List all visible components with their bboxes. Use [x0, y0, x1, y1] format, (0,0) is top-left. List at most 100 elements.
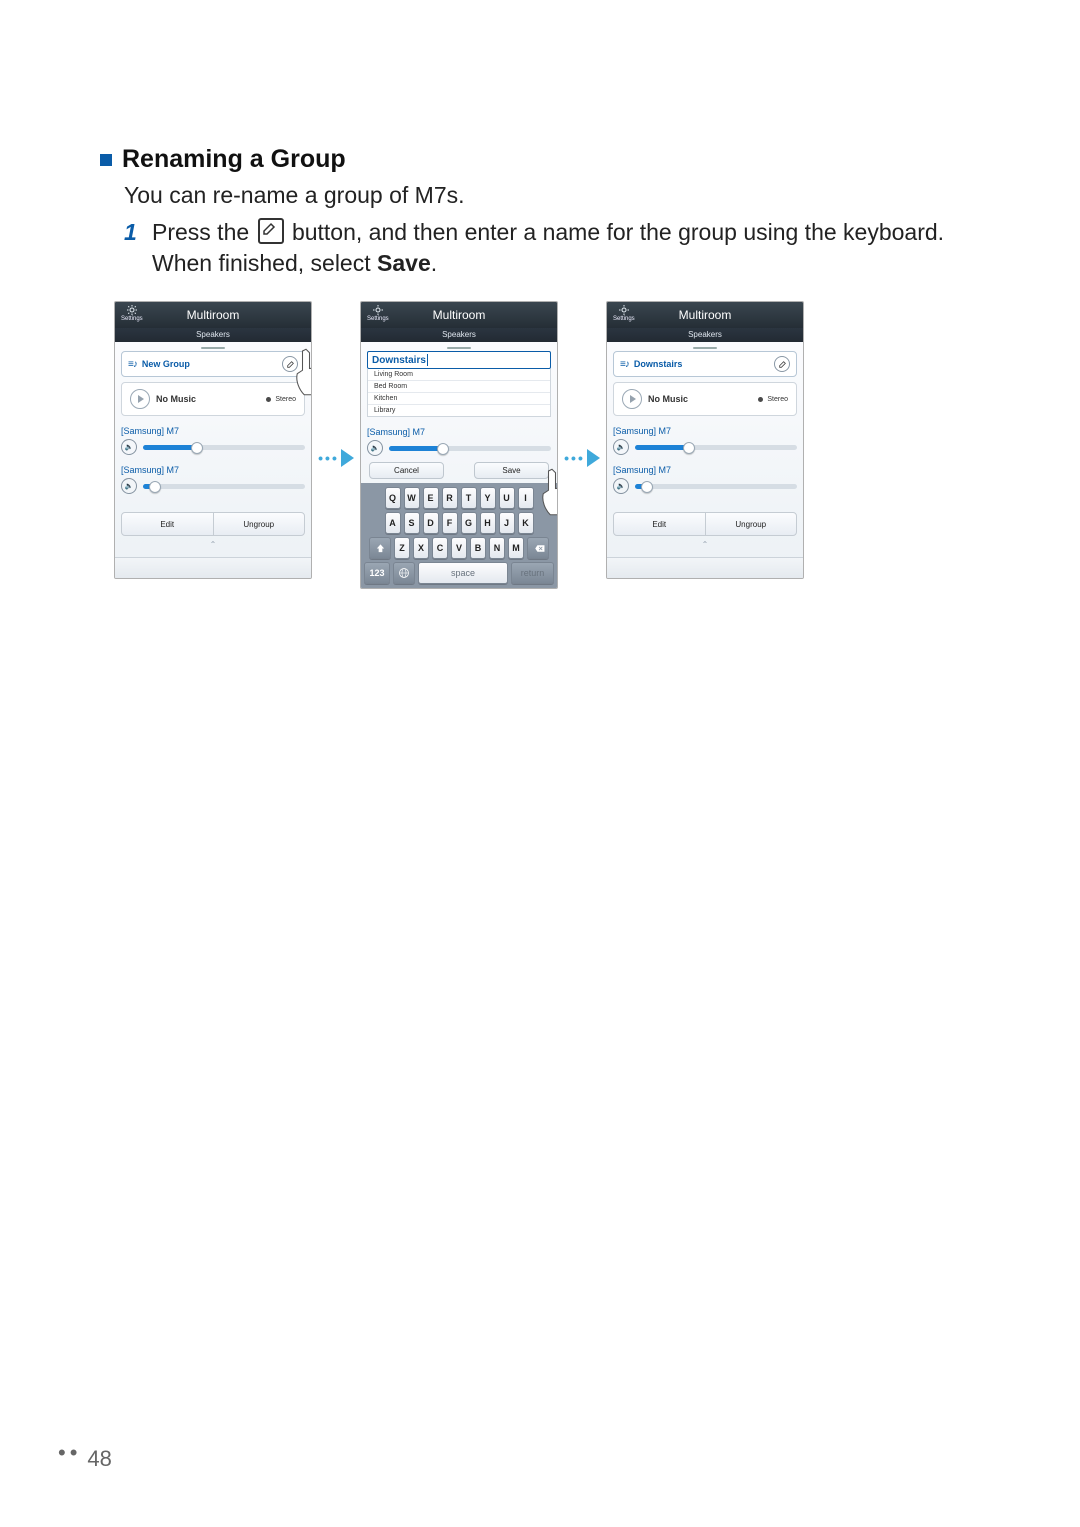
group-header-row[interactable]: ≡♪ New Group: [121, 351, 305, 377]
settings-label: Settings: [367, 316, 389, 322]
mute-icon[interactable]: 🔈: [367, 440, 383, 456]
rename-button[interactable]: [774, 356, 790, 372]
key-b[interactable]: B: [470, 537, 486, 559]
group-header-row[interactable]: ≡♪ Downstairs: [613, 351, 797, 377]
key-globe[interactable]: [393, 562, 415, 584]
now-playing[interactable]: No Music Stereo: [121, 382, 305, 416]
key-backspace[interactable]: [527, 537, 549, 559]
app-title: Multiroom: [433, 308, 486, 322]
mute-icon[interactable]: 🔈: [613, 439, 629, 455]
key-u[interactable]: U: [499, 487, 515, 509]
page-number: •• 48: [58, 1440, 112, 1472]
ungroup-button[interactable]: Ungroup: [214, 513, 305, 535]
key-s[interactable]: S: [404, 512, 420, 534]
key-z[interactable]: Z: [394, 537, 410, 559]
key-e[interactable]: E: [423, 487, 439, 509]
volume-slider[interactable]: [635, 484, 797, 489]
now-playing[interactable]: No Music Stereo: [613, 382, 797, 416]
suggestion-item[interactable]: Bed Room: [368, 380, 550, 392]
stereo-indicator: Stereo: [758, 396, 788, 403]
key-n[interactable]: N: [489, 537, 505, 559]
key-f[interactable]: F: [442, 512, 458, 534]
speaker-item: [Samsung] M7 🔈: [613, 465, 797, 494]
tab-speakers[interactable]: Speakers: [361, 328, 557, 342]
mute-icon[interactable]: 🔈: [121, 439, 137, 455]
key-a[interactable]: A: [385, 512, 401, 534]
settings-label: Settings: [121, 316, 143, 322]
play-icon[interactable]: [130, 389, 150, 409]
speaker-item: [Samsung] M7 🔈: [613, 426, 797, 455]
intro-text: You can re-name a group of M7s.: [124, 182, 980, 209]
edit-button[interactable]: Edit: [614, 513, 706, 535]
speaker-item: [Samsung] M7 🔈: [367, 427, 551, 456]
mute-icon[interactable]: 🔈: [121, 478, 137, 494]
suggestion-item[interactable]: Library: [368, 404, 550, 416]
suggestion-item[interactable]: Kitchen: [368, 392, 550, 404]
input-value: Downstairs: [372, 355, 426, 366]
key-x[interactable]: X: [413, 537, 429, 559]
app-header: Settings Multiroom: [361, 302, 557, 328]
key-c[interactable]: C: [432, 537, 448, 559]
volume-slider[interactable]: [143, 445, 305, 450]
group-name-input[interactable]: Downstairs: [367, 351, 551, 369]
page-number-value: 48: [87, 1446, 111, 1472]
key-w[interactable]: W: [404, 487, 420, 509]
footer-bar: [607, 557, 803, 578]
settings-button[interactable]: Settings: [121, 304, 143, 322]
screenshot-3: Settings Multiroom Speakers ≡♪ Downstair…: [606, 301, 804, 579]
handle-icon: [447, 347, 471, 349]
key-y[interactable]: Y: [480, 487, 496, 509]
screenshot-1: Settings Multiroom Speakers ≡♪ New Group: [114, 301, 312, 579]
tab-speakers[interactable]: Speakers: [607, 328, 803, 342]
volume-slider[interactable]: [635, 445, 797, 450]
group-actions: Edit Ungroup: [121, 512, 305, 536]
key-space[interactable]: space: [418, 562, 508, 584]
tab-speakers[interactable]: Speakers: [115, 328, 311, 342]
collapse-chevron-icon[interactable]: ⌃: [695, 540, 715, 549]
play-icon[interactable]: [622, 389, 642, 409]
key-r[interactable]: R: [442, 487, 458, 509]
footer-bar: [115, 557, 311, 578]
ungroup-button[interactable]: Ungroup: [706, 513, 797, 535]
key-123[interactable]: 123: [364, 562, 390, 584]
mute-icon[interactable]: 🔈: [613, 478, 629, 494]
key-m[interactable]: M: [508, 537, 524, 559]
key-v[interactable]: V: [451, 537, 467, 559]
key-h[interactable]: H: [480, 512, 496, 534]
key-return[interactable]: return: [511, 562, 554, 584]
app-title: Multiroom: [679, 308, 732, 322]
step-number: 1: [124, 217, 152, 279]
volume-slider[interactable]: [143, 484, 305, 489]
collapse-chevron-icon[interactable]: ⌃: [203, 540, 223, 549]
speaker-item: [Samsung] M7 🔈: [121, 465, 305, 494]
rename-button[interactable]: [282, 356, 298, 372]
keyboard: Q W E R T Y U I A S D F G H J K: [361, 483, 557, 588]
playlist-icon: ≡♪: [620, 359, 629, 370]
arrow-right-icon: •••: [318, 449, 354, 467]
handle-icon: [693, 347, 717, 349]
key-j[interactable]: J: [499, 512, 515, 534]
key-shift[interactable]: [369, 537, 391, 559]
playlist-icon: ≡♪: [128, 359, 137, 370]
settings-button[interactable]: Settings: [367, 304, 389, 322]
group-name: New Group: [142, 359, 190, 369]
key-t[interactable]: T: [461, 487, 477, 509]
key-k[interactable]: K: [518, 512, 534, 534]
key-g[interactable]: G: [461, 512, 477, 534]
app-header: Settings Multiroom: [115, 302, 311, 328]
cancel-button[interactable]: Cancel: [369, 462, 444, 479]
edit-button[interactable]: Edit: [122, 513, 214, 535]
text-cursor: [427, 354, 428, 366]
app-title: Multiroom: [187, 308, 240, 322]
key-d[interactable]: D: [423, 512, 439, 534]
stereo-label: Stereo: [275, 396, 296, 403]
volume-slider[interactable]: [389, 446, 551, 451]
suggestion-item[interactable]: Living Room: [368, 369, 550, 380]
save-button[interactable]: Save: [474, 462, 549, 479]
bullet-square-icon: [100, 154, 112, 166]
speaker-dot-icon: [758, 397, 763, 402]
no-music-label: No Music: [156, 394, 196, 404]
settings-button[interactable]: Settings: [613, 304, 635, 322]
key-i[interactable]: I: [518, 487, 534, 509]
key-q[interactable]: Q: [385, 487, 401, 509]
